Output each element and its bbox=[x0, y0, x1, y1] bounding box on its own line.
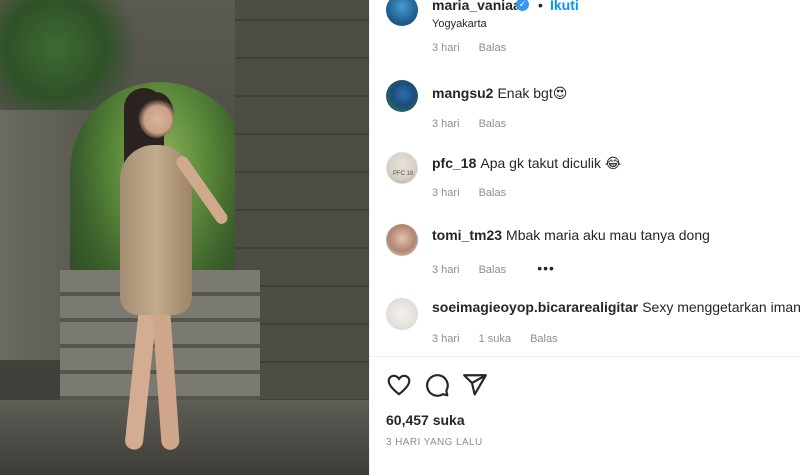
comment-body: Mbak maria aku mau tanya dong bbox=[506, 227, 710, 243]
comment-meta: 3 hari 1 suka Balas bbox=[432, 333, 574, 345]
comment-body: Sexy menggetarkan iman bbox=[642, 299, 800, 315]
comment-like-count[interactable]: 1 suka bbox=[479, 333, 511, 345]
comment-meta: 3 hari Balas bbox=[432, 187, 522, 199]
commenter-avatar[interactable]: PFC 18 bbox=[386, 152, 418, 184]
comment-time[interactable]: 3 hari bbox=[432, 42, 460, 54]
post-header: maria_vaniaa ✓ • Ikuti Yogyakarta bbox=[370, 0, 800, 38]
reply-button[interactable]: Balas bbox=[479, 42, 507, 54]
comment-meta: 3 hari Balas ••• bbox=[432, 260, 571, 276]
comment-time[interactable]: 3 hari bbox=[432, 187, 460, 199]
verified-badge-icon: ✓ bbox=[516, 0, 529, 11]
likes-count[interactable]: 60,457 suka bbox=[386, 412, 465, 428]
avatar-logo-text: PFC 18 bbox=[393, 171, 414, 177]
post-location[interactable]: Yogyakarta bbox=[432, 18, 487, 30]
comment-time[interactable]: 3 hari bbox=[432, 333, 460, 345]
comment-time[interactable]: 3 hari bbox=[432, 118, 460, 130]
comments-list[interactable]: 3 hari Balas mangsu2 Enak bgt😍 3 hari Bal… bbox=[370, 38, 800, 356]
more-options-icon[interactable]: ••• bbox=[537, 260, 555, 276]
comment-body: Enak bgt😍 bbox=[497, 85, 568, 101]
reply-button[interactable]: Balas bbox=[479, 118, 507, 130]
author-username[interactable]: maria_vaniaa bbox=[432, 0, 521, 13]
commenter-username[interactable]: pfc_18 bbox=[432, 155, 476, 171]
heart-icon[interactable] bbox=[386, 372, 412, 398]
header-separator: • bbox=[538, 0, 543, 13]
post-photo[interactable] bbox=[0, 0, 369, 475]
share-icon[interactable] bbox=[462, 372, 488, 398]
reply-button[interactable]: Balas bbox=[479, 264, 507, 276]
commenter-username[interactable]: tomi_tm23 bbox=[432, 227, 502, 243]
comment-time[interactable]: 3 hari bbox=[432, 264, 460, 276]
commenter-avatar[interactable] bbox=[386, 224, 418, 256]
comment-item: tomi_tm23 Mbak maria aku mau tanya dong 3… bbox=[370, 222, 800, 282]
comment-text: soeimagieoyop.bicararealigitar Sexy mengg… bbox=[432, 299, 800, 315]
reply-button[interactable]: Balas bbox=[530, 333, 558, 345]
commenter-avatar[interactable] bbox=[386, 298, 418, 330]
comment-item: 3 hari Balas bbox=[370, 38, 800, 56]
comment-body: Apa gk takut diculik 😂 bbox=[480, 155, 622, 171]
comment-text: mangsu2 Enak bgt😍 bbox=[432, 85, 567, 102]
commenter-avatar[interactable] bbox=[386, 80, 418, 112]
commenter-username[interactable]: mangsu2 bbox=[432, 85, 493, 101]
person-head bbox=[138, 92, 174, 138]
comment-item: mangsu2 Enak bgt😍 3 hari Balas bbox=[370, 80, 800, 140]
comment-item: soeimagieoyop.bicararealigitar Sexy mengg… bbox=[370, 294, 800, 356]
post-detail-panel: maria_vaniaa ✓ • Ikuti Yogyakarta 3 hari… bbox=[369, 0, 800, 475]
comment-item: PFC 18 pfc_18 Apa gk takut diculik 😂 3 ha… bbox=[370, 150, 800, 210]
ground bbox=[0, 400, 369, 475]
post-timestamp[interactable]: 3 HARI YANG LALU bbox=[386, 437, 483, 448]
comment-meta: 3 hari Balas bbox=[432, 42, 522, 54]
section-divider bbox=[370, 356, 800, 357]
comment-meta: 3 hari Balas bbox=[432, 118, 522, 130]
comment-text: tomi_tm23 Mbak maria aku mau tanya dong bbox=[432, 227, 710, 243]
reply-button[interactable]: Balas bbox=[479, 187, 507, 199]
author-avatar[interactable] bbox=[386, 0, 418, 26]
comment-icon[interactable] bbox=[424, 372, 450, 398]
follow-button[interactable]: Ikuti bbox=[550, 0, 579, 13]
commenter-username[interactable]: soeimagieoyop.bicararealigitar bbox=[432, 299, 638, 315]
comment-text: pfc_18 Apa gk takut diculik 😂 bbox=[432, 155, 621, 172]
